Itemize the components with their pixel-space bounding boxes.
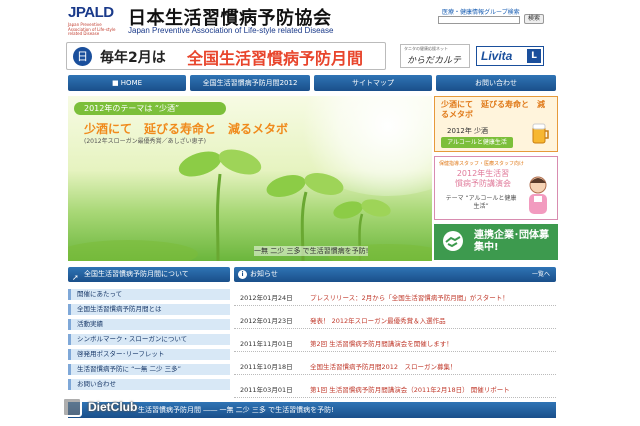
alcohol-promo-title: 少酒にて 延びる寿命と 減るメタボ: [441, 100, 545, 119]
news-link[interactable]: プレスリリース：2月から「全国生活習慣病予防月間」がスタート！: [310, 292, 509, 302]
nav-home[interactable]: ■ HOME: [68, 75, 186, 91]
news-date: 2012年01月24日: [240, 294, 293, 302]
global-nav: ■ HOME 全国生活習慣病予防月間2012 サイトマップ お問い合わせ: [68, 75, 556, 91]
search-button[interactable]: 検索: [524, 14, 544, 24]
alcohol-promo-tag: アルコールと健康生活: [441, 137, 513, 148]
hero-note: (2012年スローガン最優秀賞／あしざい恵子): [84, 138, 206, 145]
news-link[interactable]: 全国生活習慣病予防月間2012 スローガン募集！: [310, 361, 457, 371]
news-item[interactable]: 2012年01月23日 発表！ 2012年スローガン最優秀賞＆入選作品: [234, 310, 556, 329]
beer-mug-icon: [532, 123, 549, 144]
lecture-theme: テーマ “アルコールと健康生活”: [445, 195, 517, 210]
lecture-title: 2012年生活習慣病予防講演会: [455, 169, 511, 188]
home-icon: ■: [111, 79, 121, 87]
sidebar-item-ichimu-nisho-santa[interactable]: 生活習慣病予防に “一無 二少 三多”: [68, 364, 230, 375]
news-item[interactable]: 2011年10月18日 全国生活習慣病予防月間2012 スローガン募集！: [234, 356, 556, 375]
leaf-icon: ➚: [72, 273, 79, 282]
news-date: 2012年01月23日: [240, 317, 293, 325]
dietclub-watermark: DietClub: [62, 397, 152, 419]
news-link[interactable]: 第2回 生活習慣病予防月間講演会を開催します！: [310, 338, 453, 348]
logo-text: JPALD: [68, 4, 114, 21]
group-search-link[interactable]: 医療・健康情報グループ検索: [442, 7, 520, 16]
lecture-audience: 保健指導スタッフ・医療スタッフ向け: [439, 161, 525, 167]
news-link[interactable]: 第1回 生活習慣病予防月間講演会（2011年2月18日） 開催リポート: [310, 384, 510, 394]
logo-subtext: Japan Preventive Association of Life-sty…: [68, 22, 116, 36]
news-item[interactable]: 2011年11月01日 第2回 生活習慣病予防月間講演会を開催します！: [234, 333, 556, 352]
hero-theme-badge: 2012年のテーマは “少酒”: [74, 102, 226, 115]
alcohol-promo-year: 2012年 少酒: [447, 127, 489, 135]
news-date: 2011年03月01日: [240, 386, 293, 394]
campaign-icon: 日: [73, 47, 92, 66]
watermark-text: DietClub: [88, 400, 138, 414]
sidebar-item-contact[interactable]: お問い合わせ: [68, 379, 230, 390]
news-date: 2011年10月18日: [240, 363, 293, 371]
nav-campaign-2012[interactable]: 全国生活習慣病予防月間2012: [190, 75, 310, 91]
campaign-banner[interactable]: 日 毎年2月は 全国生活習慣病予防月間: [66, 42, 386, 70]
sidebar-item-activities[interactable]: 活動実績: [68, 319, 230, 330]
news-link[interactable]: 発表！ 2012年スローガン最優秀賞＆入選作品: [310, 315, 446, 325]
news-header: i お知らせ 一覧へ: [234, 267, 556, 282]
livita-label: Livita: [481, 49, 513, 63]
lecture-promo-box[interactable]: 保健指導スタッフ・医療スタッフ向け 2012年生活習慣病予防講演会 テーマ “ア…: [434, 156, 558, 220]
partner-recruit-box[interactable]: 連携企業･団体募集中!: [434, 224, 558, 260]
handshake-icon: [443, 231, 463, 251]
karada-label: からだカルテ: [407, 56, 462, 66]
nav-sitemap[interactable]: サイトマップ: [314, 75, 432, 91]
livita-logo-icon: L: [527, 49, 541, 63]
sidebar-item-symbol-slogan[interactable]: シンボルマーク・スローガンについて: [68, 334, 230, 345]
partner-recruit-label: 連携企業･団体募集中!: [474, 230, 549, 253]
hero-banner[interactable]: 2012年のテーマは “少酒” 少酒にて 延びる寿命と 減るメタボ (2012年…: [68, 96, 432, 261]
campaign-about-header: ➚ 全国生活習慣病予防月間について: [68, 267, 230, 282]
karada-karte-banner[interactable]: タニタの健康応援ネット からだカルテ: [400, 44, 470, 68]
sidebar-item-posters[interactable]: 啓発用ポスター･リーフレット: [68, 349, 230, 360]
page-frame: JPALD Japan Preventive Association of Li…: [58, 0, 558, 426]
alcohol-promo-box[interactable]: 少酒にて 延びる寿命と 減るメタボ 2012年 少酒 アルコールと健康生活: [434, 96, 558, 152]
campaign-title: 全国生活習慣病予防月間: [187, 49, 364, 68]
news-item[interactable]: 2011年03月01日 第1回 生活習慣病予防月間講演会（2011年2月18日）…: [234, 379, 556, 398]
org-name-en: Japan Preventive Association of Life-sty…: [128, 26, 334, 35]
info-icon: i: [238, 270, 247, 279]
sidebar-item-about-month[interactable]: 全国生活習慣病予防月間とは: [68, 304, 230, 315]
news-item[interactable]: 2012年01月24日 プレスリリース：2月から「全国生活習慣病予防月間」がスタ…: [234, 287, 556, 306]
karada-small-text: タニタの健康応援ネット: [404, 46, 448, 51]
hero-caption: 一無 二少 三多 で生活習慣病を予防!: [254, 246, 369, 256]
watermark-logo-icon: [62, 397, 82, 417]
livita-banner[interactable]: Livita L: [476, 46, 544, 66]
site-logo[interactable]: JPALD Japan Preventive Association of Li…: [68, 4, 120, 36]
nav-contact[interactable]: お問い合わせ: [436, 75, 556, 91]
sidebar-item-opening[interactable]: 開催にあたって: [68, 289, 230, 300]
news-more-link[interactable]: 一覧へ: [532, 267, 550, 282]
nurse-illustration: [529, 176, 547, 214]
hero-slogan: 少酒にて 延びる寿命と 減るメタボ: [84, 122, 289, 136]
campaign-prefix: 毎年2月は: [100, 50, 166, 66]
news-date: 2011年11月01日: [240, 340, 293, 348]
search-input[interactable]: [438, 16, 520, 24]
